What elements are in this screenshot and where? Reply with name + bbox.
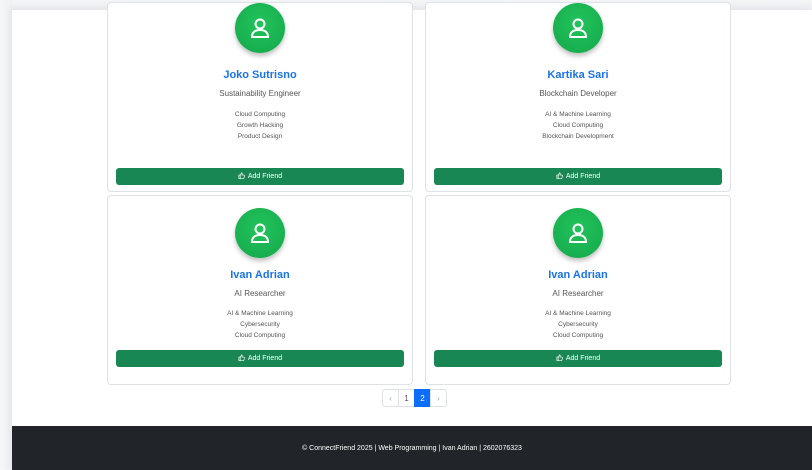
thumbs-up-icon (556, 354, 563, 363)
friend-role: Blockchain Developer (539, 89, 617, 98)
friend-card: Kartika Sari Blockchain Developer AI & M… (425, 2, 731, 192)
user-icon (553, 3, 603, 53)
friend-name: Kartika Sari (547, 69, 609, 81)
friend-role: AI Researcher (234, 289, 286, 298)
skill-item: Product Design (237, 133, 283, 140)
user-icon (235, 208, 285, 258)
friend-card: Ivan Adrian AI Researcher AI & Machine L… (425, 195, 731, 385)
skill-item: Cloud Computing (234, 332, 286, 339)
window-edge-left (0, 0, 12, 470)
thumbs-up-icon (556, 172, 563, 181)
skill-item: AI & Machine Learning (545, 111, 611, 118)
friend-name: Ivan Adrian (230, 269, 290, 281)
user-icon (553, 208, 603, 258)
skill-item: Cloud Computing (552, 332, 604, 339)
page-content: Joko Sutrisno Sustainability Engineer Cl… (12, 2, 812, 470)
skill-item: Blockchain Development (542, 133, 614, 140)
add-friend-label: Add Friend (565, 173, 601, 180)
thumbs-up-icon (238, 172, 245, 181)
pagination-next[interactable]: › (430, 389, 447, 407)
add-friend-button[interactable]: Add Friend (434, 350, 722, 367)
friend-role: Sustainability Engineer (219, 89, 301, 98)
skill-item: AI & Machine Learning (227, 310, 293, 317)
friend-name: Joko Sutrisno (223, 69, 297, 81)
footer-text: © ConnectFriend 2025 | Web Programming |… (302, 444, 522, 452)
friend-card: Joko Sutrisno Sustainability Engineer Cl… (107, 2, 413, 192)
pagination: ‹ 1 2 › (382, 389, 447, 407)
footer: © ConnectFriend 2025 | Web Programming |… (12, 426, 812, 470)
skill-item: Cloud Computing (552, 122, 604, 129)
friend-name: Ivan Adrian (548, 269, 608, 281)
add-friend-button[interactable]: Add Friend (116, 350, 404, 367)
pagination-page-2-active[interactable]: 2 (414, 389, 431, 407)
add-friend-button[interactable]: Add Friend (116, 168, 404, 185)
add-friend-label: Add Friend (247, 355, 283, 362)
friend-card: Ivan Adrian AI Researcher AI & Machine L… (107, 195, 413, 385)
add-friend-label: Add Friend (247, 173, 283, 180)
skill-list: Cloud Computing Growth Hacking Product D… (108, 109, 412, 142)
pagination-page-1[interactable]: 1 (398, 389, 415, 407)
add-friend-label: Add Friend (565, 355, 601, 362)
skill-item: Growth Hacking (236, 122, 284, 129)
skill-list: AI & Machine Learning Cloud Computing Bl… (426, 109, 730, 142)
friend-role: AI Researcher (552, 289, 604, 298)
thumbs-up-icon (238, 354, 245, 363)
user-icon (235, 3, 285, 53)
add-friend-button[interactable]: Add Friend (434, 168, 722, 185)
skill-item: Cybersecurity (240, 321, 280, 328)
skill-item: Cybersecurity (558, 321, 598, 328)
skill-item: AI & Machine Learning (545, 310, 611, 317)
skill-item: Cloud Computing (234, 111, 286, 118)
skill-list: AI & Machine Learning Cybersecurity Clou… (426, 308, 730, 341)
pagination-prev[interactable]: ‹ (382, 389, 399, 407)
skill-list: AI & Machine Learning Cybersecurity Clou… (108, 308, 412, 341)
